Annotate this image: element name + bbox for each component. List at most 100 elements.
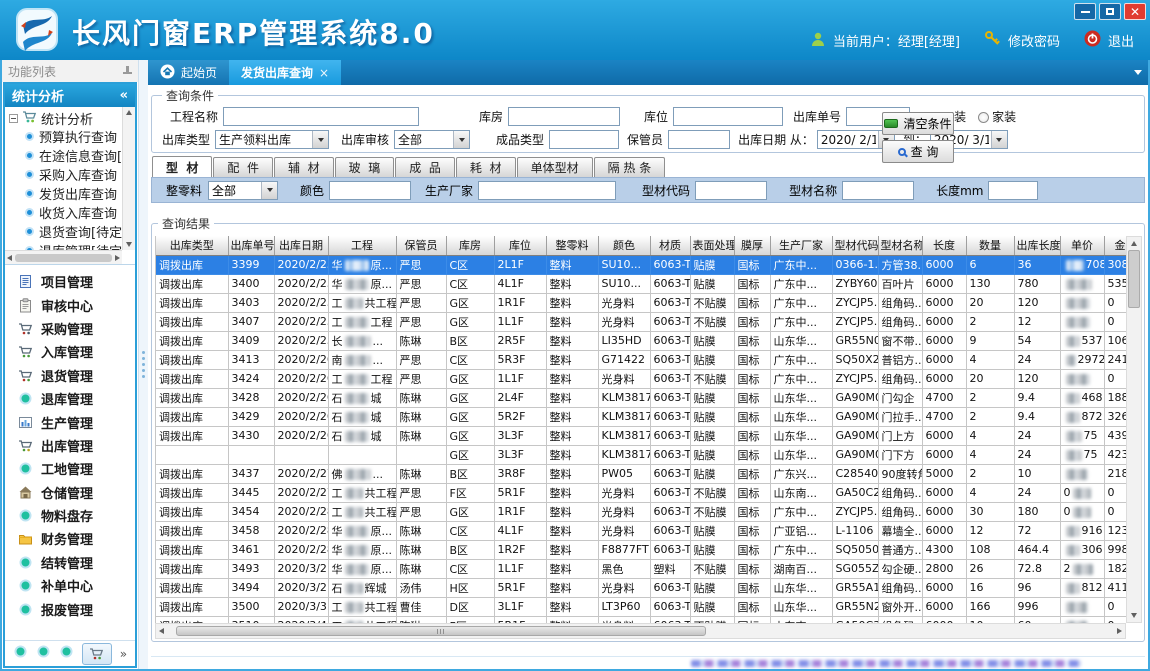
- product-type-input[interactable]: [549, 130, 619, 149]
- tree-root[interactable]: 统计分析: [9, 109, 122, 127]
- table-row[interactable]: 调拨出库34452020/2/27工共工程严思F区5R1F整料光身料6063-T…: [156, 483, 1126, 502]
- tree-expander-icon[interactable]: [9, 114, 18, 123]
- sidebar-menu-item[interactable]: 物料盘存: [5, 504, 135, 527]
- pin-icon[interactable]: [123, 66, 132, 77]
- sidebar-menu-item[interactable]: 审核中心: [5, 293, 135, 316]
- material-tab-8[interactable]: 隔 热 条: [594, 157, 666, 177]
- material-tab-7[interactable]: 单体型材: [517, 157, 593, 177]
- sidebar-menu-item[interactable]: 工地管理: [5, 457, 135, 480]
- table-horizontal-scrollbar[interactable]: [155, 623, 1126, 639]
- warehouse-input[interactable]: [508, 107, 620, 126]
- radio-jiazhuang[interactable]: 家装: [978, 108, 1016, 125]
- table-row[interactable]: G区3L3F整料KLM38176063-T5贴膜国标山东华...GA90M09.…: [156, 445, 1126, 464]
- tree-item[interactable]: 在途信息查询[待: [9, 146, 122, 165]
- sidebar-menu-item[interactable]: 采购管理: [5, 317, 135, 340]
- table-vertical-scrollbar[interactable]: [1126, 236, 1142, 623]
- column-header[interactable]: 颜色: [598, 236, 650, 255]
- column-header[interactable]: 保管员: [396, 236, 446, 255]
- change-password-link[interactable]: 修改密码: [1008, 31, 1060, 50]
- column-header[interactable]: 出库日期: [274, 236, 328, 255]
- material-tab-5[interactable]: 成 品: [395, 157, 455, 177]
- tree-item[interactable]: 采购入库查询: [9, 165, 122, 184]
- column-header[interactable]: 库房: [446, 236, 494, 255]
- sidebar-menu-item[interactable]: 退库管理: [5, 387, 135, 410]
- table-row[interactable]: 调拨出库34032020/2/25工共工程严思G区1R1F整料光身料6063-T…: [156, 293, 1126, 312]
- search-button[interactable]: 查 询: [882, 140, 954, 163]
- table-row[interactable]: 调拨出库34372020/2/27佛...陈琳B区3R8F整料PW056063-…: [156, 464, 1126, 483]
- tab-list-dropdown-icon[interactable]: [1134, 70, 1142, 75]
- column-header[interactable]: 数量: [966, 236, 1014, 255]
- tree-item[interactable]: 收货入库查询: [9, 203, 122, 222]
- table-row[interactable]: 调拨出库34942020/3/2石辉城汤伟H区5R1F整料光身料6063-T5贴…: [156, 578, 1126, 597]
- tree-item[interactable]: 预算执行查询: [9, 127, 122, 146]
- table-row[interactable]: 调拨出库34582020/2/28华原...陈琳C区4L1F整料光身料6063-…: [156, 521, 1126, 540]
- minimize-button[interactable]: [1074, 3, 1096, 20]
- column-header[interactable]: 膜厚: [734, 236, 770, 255]
- toolbar-overflow-icon[interactable]: »: [120, 647, 127, 661]
- clear-conditions-button[interactable]: 清空条件: [882, 112, 954, 135]
- whole-part-select[interactable]: 全部: [208, 181, 278, 200]
- outbound-type-select[interactable]: 生产领料出库: [215, 130, 329, 149]
- sidebar-menu-item[interactable]: 生产管理: [5, 410, 135, 433]
- tree-item[interactable]: 退库管理[待定]: [9, 241, 122, 250]
- location-input[interactable]: [673, 107, 783, 126]
- sidebar-menu-item[interactable]: 出库管理: [5, 434, 135, 457]
- sidebar-menu-item[interactable]: 仓储管理: [5, 481, 135, 504]
- tab-shipping-outbound-query[interactable]: 发货出库查询 ×: [229, 60, 341, 85]
- sidebar-menu-item[interactable]: 财务管理: [5, 527, 135, 550]
- column-header[interactable]: 整零料: [546, 236, 598, 255]
- material-tab-2[interactable]: 配 件: [213, 157, 273, 177]
- table-row[interactable]: 调拨出库34092020/2/25长...陈琳B区2R5F整料LI35HD606…: [156, 331, 1126, 350]
- profile-code-input[interactable]: [695, 181, 767, 200]
- sidebar-menu-item[interactable]: 报废管理: [5, 597, 135, 620]
- table-row[interactable]: 调拨出库34302020/2/26石城陈琳G区3L3F整料KLM38176063…: [156, 426, 1126, 445]
- material-tab-3[interactable]: 辅 材: [274, 157, 334, 177]
- material-tab-1[interactable]: 型 材: [152, 156, 212, 177]
- column-header[interactable]: 金: [1104, 236, 1126, 255]
- table-row[interactable]: 调拨出库34072020/2/25工工程严思G区1L1F整料光身料6063-T5…: [156, 312, 1126, 331]
- column-header[interactable]: 库位: [494, 236, 546, 255]
- collapse-icon[interactable]: «: [120, 88, 128, 103]
- maximize-button[interactable]: [1099, 3, 1121, 20]
- column-header[interactable]: 材质: [650, 236, 690, 255]
- sidebar-menu-item[interactable]: 结转管理: [5, 551, 135, 574]
- table-row[interactable]: 调拨出库34282020/2/26石城陈琳G区2L4F整料KLM38176063…: [156, 388, 1126, 407]
- length-input[interactable]: [988, 181, 1038, 200]
- tree-vertical-scrollbar[interactable]: [122, 107, 135, 250]
- sidebar-splitter[interactable]: [138, 60, 148, 669]
- column-header[interactable]: 表面处理: [690, 236, 734, 255]
- table-row[interactable]: 调拨出库34132020/2/26南...严思C区5R3F整料G71422606…: [156, 350, 1126, 369]
- column-header[interactable]: 长度: [922, 236, 966, 255]
- sidebar-menu-item[interactable]: 退货管理: [5, 364, 135, 387]
- table-row[interactable]: 调拨出库33992020/2/25华原...严思C区2L1F整料SU10...6…: [156, 255, 1126, 274]
- column-header[interactable]: 型材代码: [832, 236, 878, 255]
- tree-item[interactable]: 退货查询[待定]: [9, 222, 122, 241]
- column-header[interactable]: 生产厂家: [770, 236, 832, 255]
- stats-group-header[interactable]: 统计分析 «: [5, 84, 135, 107]
- color-input[interactable]: [329, 181, 411, 200]
- keeper-input[interactable]: [668, 130, 730, 149]
- toolbar-dot-icon[interactable]: [36, 644, 51, 663]
- column-header[interactable]: 工程: [328, 236, 396, 255]
- table-row[interactable]: 调拨出库34612020/2/28华原...陈琳B区1R2F整料F8877FT6…: [156, 540, 1126, 559]
- tab-home[interactable]: 起始页: [148, 60, 229, 85]
- factory-input[interactable]: [478, 181, 616, 200]
- table-row[interactable]: 调拨出库34932020/3/2华原...陈琳C区1L1F整料黑色塑料不贴膜国标…: [156, 559, 1126, 578]
- sidebar-menu-item[interactable]: 入库管理: [5, 340, 135, 363]
- tree-item[interactable]: 发货出库查询: [9, 184, 122, 203]
- material-tab-4[interactable]: 玻 璃: [335, 157, 395, 177]
- column-header[interactable]: 型材名称: [878, 236, 922, 255]
- sidebar-menu-item[interactable]: 补单中心: [5, 574, 135, 597]
- table-row[interactable]: 调拨出库35002020/3/3工共工程曹佳D区3L1F整料LT3P606063…: [156, 597, 1126, 616]
- column-header[interactable]: 出库单号: [228, 236, 274, 255]
- table-row[interactable]: 调拨出库35102020/3/4工共工程陈琳F区5R1F整料光身料6063-T5…: [156, 616, 1126, 623]
- logout-link[interactable]: 退出: [1108, 31, 1134, 50]
- table-row[interactable]: 调拨出库34002020/2/25华原...严思C区4L1F整料SU10...6…: [156, 274, 1126, 293]
- column-header[interactable]: 出库类型: [156, 236, 228, 255]
- column-header[interactable]: 出库长度: [1014, 236, 1060, 255]
- audit-select[interactable]: 全部: [394, 130, 470, 149]
- tab-close-icon[interactable]: ×: [319, 66, 329, 80]
- material-tab-6[interactable]: 耗 材: [456, 157, 516, 177]
- table-row[interactable]: 调拨出库34542020/2/28工共工程严思G区1R1F整料光身料6063-T…: [156, 502, 1126, 521]
- profile-name-input[interactable]: [842, 181, 914, 200]
